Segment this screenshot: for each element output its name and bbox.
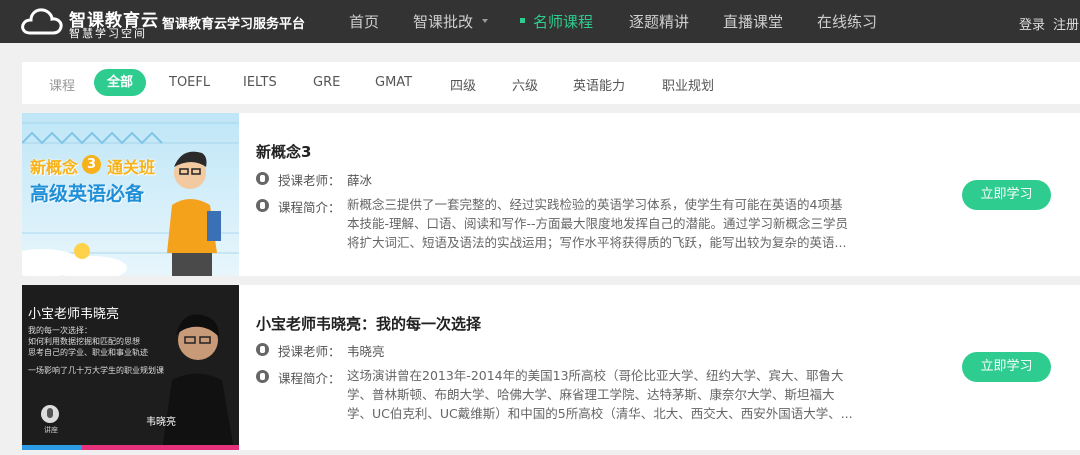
chip-toefl[interactable]: TOEFL <box>169 75 210 90</box>
teacher-name: 薛冰 <box>347 173 373 188</box>
thumb-circle-number: 3 <box>82 155 101 174</box>
thumb-line: 如何利用数据挖掘和匹配的思想 <box>28 337 140 346</box>
course-description: 新概念三提供了一套完整的、经过实践检验的英语学习体系，使学生有可能在英语的4项基… <box>347 195 877 252</box>
start-learning-button[interactable]: 立即学习 <box>962 352 1051 382</box>
thumb-headline: 新概念 3 通关班 <box>30 154 170 180</box>
chip-career-planning[interactable]: 职业规划 <box>662 75 714 94</box>
chip-gmat[interactable]: GMAT <box>375 75 412 90</box>
chevron-down-icon <box>482 18 489 23</box>
description-line: 学、UC伯克利、UC戴维斯）和中国的5所高校（清华、北大、西交大、西安外国语大学… <box>347 406 853 421</box>
teacher-name: 韦晓亮 <box>347 344 385 359</box>
thumb-title: 小宝老师韦晓亮 <box>28 307 120 322</box>
nav-correction-label: 智课批改 <box>413 13 474 31</box>
active-indicator-icon <box>520 18 525 23</box>
description-line: 将扩大词汇、短语及语法的实战运用；写作水平将获得质的飞跃，能写出较为复杂的英语.… <box>347 235 847 250</box>
chip-cet4[interactable]: 四级 <box>450 75 476 94</box>
intro-label: 课程简介： <box>278 200 341 215</box>
intro-icon <box>256 199 269 212</box>
nav-teacher-courses[interactable]: 名师课程 <box>520 11 593 32</box>
teacher-label: 授课老师： <box>278 344 341 359</box>
chip-cet6[interactable]: 六级 <box>512 75 538 94</box>
chip-gre[interactable]: GRE <box>313 75 340 90</box>
filter-label: 课程 <box>49 79 76 94</box>
thumb-tagline: 一场影响了几十万大学生的职业规划课 <box>28 366 164 375</box>
nav-correction[interactable]: 智课批改 <box>413 11 489 32</box>
intro-icon <box>256 370 269 383</box>
course-card: 小宝老师韦晓亮 我的每一次选择： 如何利用数据挖掘和匹配的思想 思考自己的学业、… <box>22 285 1080 450</box>
description-line: 新概念三提供了一套完整的、经过实践检验的英语学习体系，使学生有可能在英语的4项基 <box>347 197 843 212</box>
chip-english-ability[interactable]: 英语能力 <box>573 75 625 94</box>
description-line: 这场演讲曾在2013年-2014年的美国13所高校（哥伦比亚大学、纽约大学、宾大… <box>347 368 844 383</box>
course-description: 这场演讲曾在2013年-2014年的美国13所高校（哥伦比亚大学、纽约大学、宾大… <box>347 366 877 423</box>
thumb-headline-part1: 新概念 <box>30 158 79 177</box>
thumb-headline-part2: 通关班 <box>107 158 156 177</box>
chip-ielts[interactable]: IELTS <box>243 75 277 90</box>
cloud-logo-icon <box>21 8 63 35</box>
top-navbar: 智课教育云 智慧学习空间 智课教育云学习服务平台 首页 智课批改 名师课程 逐题… <box>0 0 1080 43</box>
category-filter-bar: 课程 全部 TOEFL IELTS GRE GMAT 四级 六级 英语能力 职业… <box>22 62 1080 104</box>
thumb-teacher-name: 韦晓亮 <box>146 417 176 428</box>
nav-question-explain[interactable]: 逐题精讲 <box>629 11 689 32</box>
thumb-subline: 高级英语必备 <box>30 183 145 205</box>
microphone-icon-label: 讲座 <box>44 426 58 434</box>
teacher-icon <box>256 343 269 356</box>
thumb-line: 我的每一次选择： <box>28 326 92 335</box>
register-link[interactable]: 注册 <box>1053 14 1079 33</box>
intro-label: 课程简介： <box>278 371 341 386</box>
platform-title: 智课教育云学习服务平台 <box>162 17 306 32</box>
description-line: 本技能-理解、口语、阅读和写作--方面最大限度地发挥自己的潜能。通过学习新概念三… <box>347 216 849 231</box>
nav-online-practice[interactable]: 在线练习 <box>817 11 877 32</box>
logo[interactable]: 智课教育云 智慧学习空间 <box>20 5 158 40</box>
chip-all[interactable]: 全部 <box>94 69 146 96</box>
course-title[interactable]: 新概念3 <box>256 141 311 162</box>
course-card: 新概念 3 通关班 高级英语必备 新概念3 授课老师： 薛冰 课程简介： 新概念… <box>22 113 1080 278</box>
brand-subtitle: 智慧学习空间 <box>69 27 147 40</box>
login-link[interactable]: 登录 <box>1019 14 1045 33</box>
nav-home[interactable]: 首页 <box>349 11 379 32</box>
thumb-line: 思考自己的学业、职业和事业轨迹 <box>28 348 148 357</box>
start-learning-button[interactable]: 立即学习 <box>962 180 1051 210</box>
course-title[interactable]: 小宝老师韦晓亮：我的每一次选择 <box>256 313 481 334</box>
description-line: 学、普林斯顿、布朗大学、哈佛大学、麻省理工学院、达特茅斯、康奈尔大学、斯坦福大 <box>347 387 835 402</box>
course-thumbnail[interactable]: 小宝老师韦晓亮 我的每一次选择： 如何利用数据挖掘和匹配的思想 思考自己的学业、… <box>22 285 239 450</box>
teacher-label: 授课老师： <box>278 173 341 188</box>
teacher-icon <box>256 172 269 185</box>
course-thumbnail[interactable]: 新概念 3 通关班 高级英语必备 <box>22 113 239 278</box>
nav-live-class[interactable]: 直播课堂 <box>723 11 783 32</box>
nav-teacher-courses-label: 名师课程 <box>533 13 594 31</box>
